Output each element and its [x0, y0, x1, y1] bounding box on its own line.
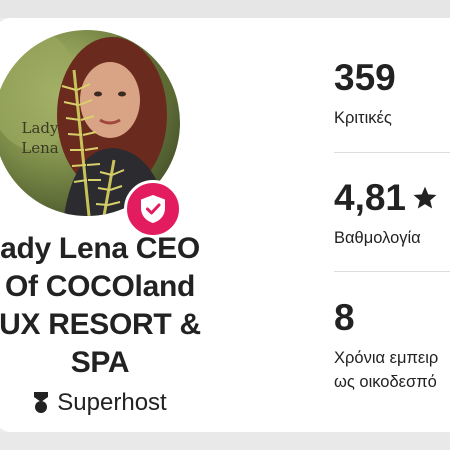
stat-years-hosting[interactable]: 8 Χρόνια εμπειρ ως οικοδεσπό: [334, 296, 438, 394]
stats-divider: [334, 152, 450, 153]
years-value: 8: [334, 297, 355, 338]
stat-reviews[interactable]: 359 Κριτικές: [334, 56, 396, 130]
avatar-container[interactable]: Lady Lena: [0, 30, 182, 238]
stats-divider: [334, 271, 450, 272]
rating-label: Βαθμολογία: [334, 229, 421, 247]
bottom-strip: [0, 432, 450, 450]
stat-rating[interactable]: 4,81 Βαθμολογία: [334, 176, 438, 250]
reviews-label: Κριτικές: [334, 109, 392, 127]
top-strip: [0, 0, 450, 18]
rating-value: 4,81: [334, 177, 407, 218]
years-label: Χρόνια εμπειρ ως οικοδεσπό: [334, 349, 439, 391]
superhost-label: Superhost: [57, 389, 167, 416]
star-icon: [413, 186, 437, 209]
avatar-overlay-text: Lady Lena: [21, 119, 59, 157]
reviews-count: 359: [334, 57, 396, 98]
superhost-medal-icon: [34, 392, 49, 413]
superhost-badge: Superhost: [0, 389, 200, 417]
host-name: ady Lena CEO Of COCOland UX RESORT & SPA: [0, 232, 201, 379]
shield-check-icon: [141, 195, 165, 223]
